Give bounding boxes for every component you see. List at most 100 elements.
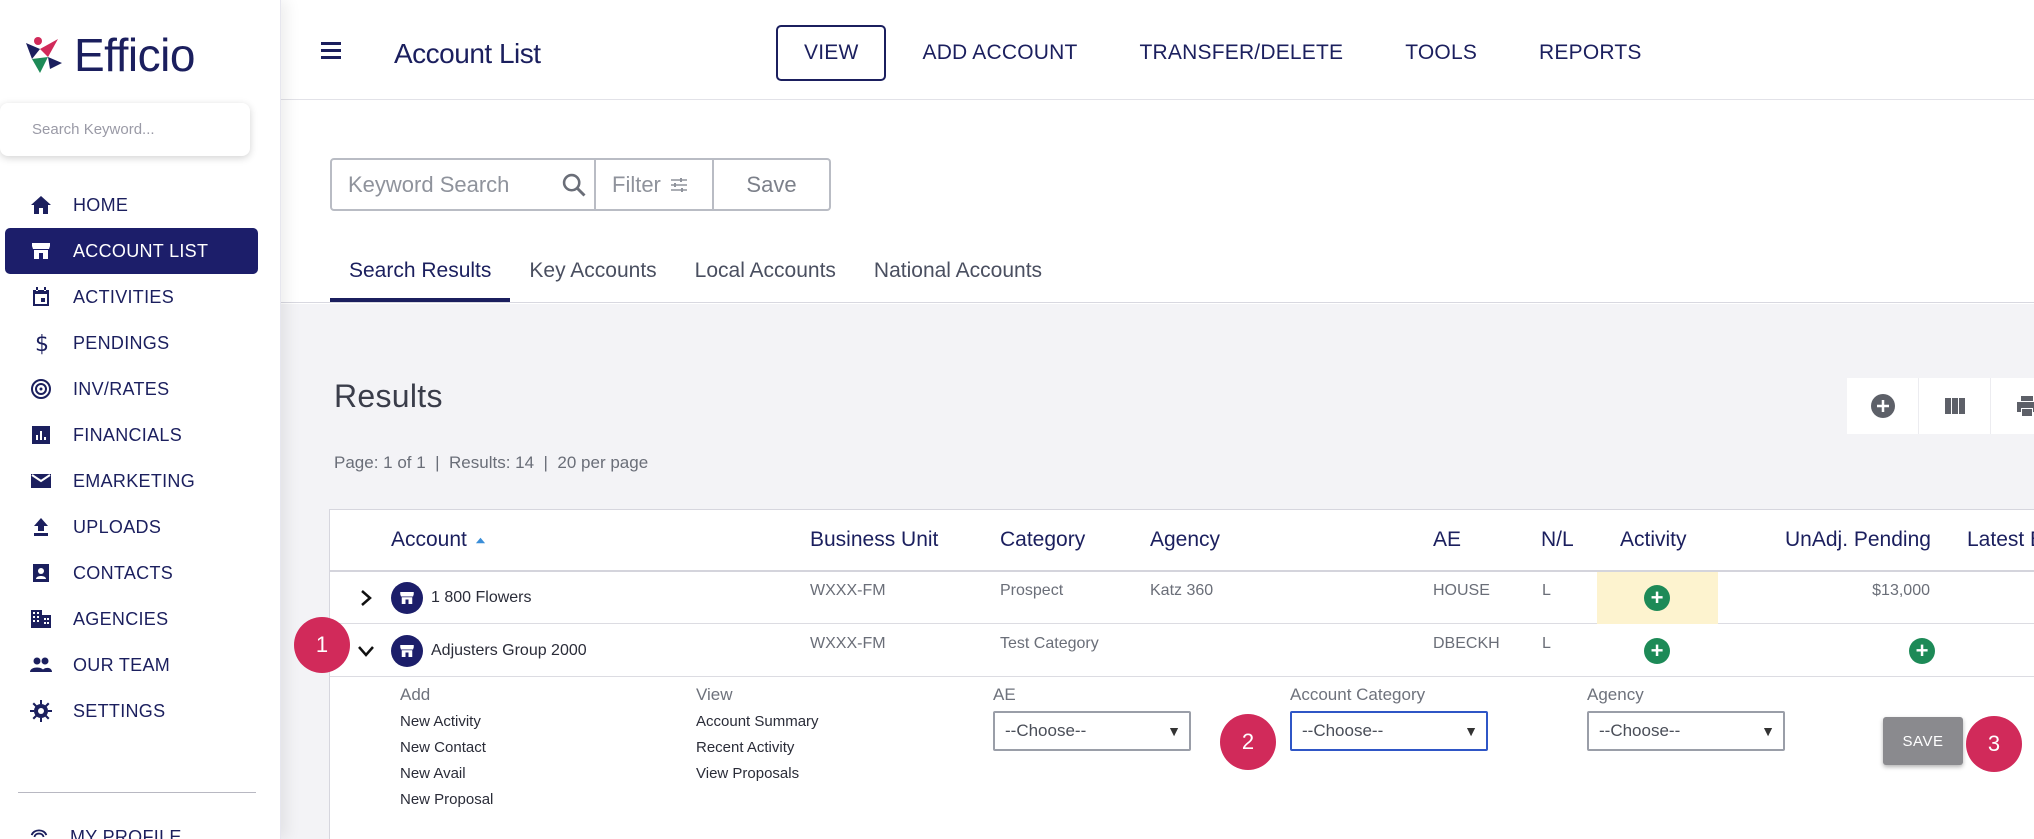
save-search-button[interactable]: Save xyxy=(714,158,831,211)
new-proposal-link[interactable]: New Proposal xyxy=(400,791,493,808)
expand-row-button[interactable] xyxy=(356,572,376,624)
sidebar-item-pendings[interactable]: $ PENDINGS xyxy=(5,320,258,366)
columns-tool-button[interactable] xyxy=(1919,378,1991,434)
hamburger-menu-icon[interactable] xyxy=(321,42,341,63)
column-header-business-unit[interactable]: Business Unit xyxy=(810,510,938,570)
target-icon xyxy=(31,379,51,399)
ae-select[interactable]: --Choose-- ▼ xyxy=(993,711,1191,751)
account-cell[interactable]: Adjusters Group 2000 xyxy=(391,625,587,677)
sidebar-item-contacts[interactable]: CONTACTS xyxy=(5,550,258,596)
results-toolbar xyxy=(1847,378,2034,434)
column-header-unadj-pending[interactable]: UnAdj. Pending xyxy=(1785,510,1931,570)
agency-cell: Katz 360 xyxy=(1150,582,1214,599)
add-activity-button[interactable]: + xyxy=(1644,572,1670,624)
new-activity-link[interactable]: New Activity xyxy=(400,713,481,730)
results-title: Results xyxy=(334,378,443,414)
print-icon xyxy=(2016,396,2034,416)
contact-card-icon xyxy=(33,564,49,582)
sidebar-item-label: AGENCIES xyxy=(73,608,169,629)
sidebar-item-financials[interactable]: FINANCIALS xyxy=(5,412,258,458)
caret-down-icon: ▼ xyxy=(1167,723,1181,739)
add-section-label: Add xyxy=(400,685,431,704)
category-cell: Test Category xyxy=(1000,635,1099,652)
sort-ascending-icon xyxy=(475,537,485,543)
sidebar-item-home[interactable]: HOME xyxy=(5,182,258,228)
dollar-icon: $ xyxy=(35,332,49,355)
table-row[interactable]: 1 800 Flowers WXXX-FM Prospect Katz 360 … xyxy=(330,572,2034,624)
column-header-account[interactable]: Account xyxy=(391,510,486,570)
add-tool-button[interactable] xyxy=(1847,378,1919,434)
column-header-nl[interactable]: N/L xyxy=(1541,510,1574,570)
new-contact-link[interactable]: New Contact xyxy=(400,739,486,756)
filter-button[interactable]: Filter xyxy=(596,158,714,211)
tab-key-accounts[interactable]: Key Accounts xyxy=(510,259,675,302)
tab-local-accounts[interactable]: Local Accounts xyxy=(676,259,855,302)
store-icon xyxy=(391,635,423,667)
add-pending-button[interactable]: + xyxy=(1909,625,1935,677)
account-summary-link[interactable]: Account Summary xyxy=(696,713,819,730)
account-cell[interactable]: 1 800 Flowers xyxy=(391,572,532,624)
table-row[interactable]: Adjusters Group 2000 WXXX-FM Test Catego… xyxy=(330,625,2034,677)
ae-select-label: AE xyxy=(993,685,1016,704)
accounts-table: Account Business Unit Category Agency AE… xyxy=(329,509,2034,839)
new-avail-link[interactable]: New Avail xyxy=(400,765,466,782)
keyword-search-input[interactable]: Keyword Search xyxy=(330,158,596,211)
sidebar-item-uploads[interactable]: UPLOADS xyxy=(5,504,258,550)
save-row-button[interactable]: SAVE xyxy=(1883,717,1963,765)
tab-national-accounts[interactable]: National Accounts xyxy=(855,259,1061,302)
keyword-search-placeholder: Keyword Search xyxy=(348,171,510,197)
results-tabs: Search Results Key Accounts Local Accoun… xyxy=(330,259,1061,302)
agency-select[interactable]: --Choose-- ▼ xyxy=(1587,711,1785,751)
sidebar-item-inv-rates[interactable]: INV/RATES xyxy=(5,366,258,412)
column-header-category[interactable]: Category xyxy=(1000,510,1085,570)
mail-icon xyxy=(31,474,51,488)
recent-activity-link[interactable]: Recent Activity xyxy=(696,739,794,756)
top-nav-add-account[interactable]: ADD ACCOUNT xyxy=(898,25,1101,81)
sidebar-item-label: FINANCIALS xyxy=(73,424,183,445)
account-category-select[interactable]: --Choose-- ▼ xyxy=(1290,711,1488,751)
top-nav: VIEW ADD ACCOUNT TRANSFER/DELETE TOOLS R… xyxy=(776,25,1666,81)
column-header-agency[interactable]: Agency xyxy=(1150,510,1220,570)
sidebar-divider xyxy=(18,792,256,793)
sidebar-item-activities[interactable]: ACTIVITIES xyxy=(5,274,258,320)
column-header-latest[interactable]: Latest B xyxy=(1967,510,2034,570)
sidebar-item-our-team[interactable]: OUR TEAM xyxy=(5,642,258,688)
step-marker-3: 3 xyxy=(1966,716,2022,772)
svg-text:$: $ xyxy=(35,332,49,355)
sliders-icon xyxy=(670,177,687,192)
sidebar-item-emarketing[interactable]: EMARKETING xyxy=(5,458,258,504)
chevron-right-icon xyxy=(361,590,372,606)
collapse-row-button[interactable] xyxy=(356,625,376,677)
top-nav-tools[interactable]: TOOLS xyxy=(1381,25,1501,81)
account-name[interactable]: Adjusters Group 2000 xyxy=(431,642,587,660)
plus-circle-icon: + xyxy=(1644,585,1670,611)
column-header-ae[interactable]: AE xyxy=(1433,510,1461,570)
sidebar-item-agencies[interactable]: AGENCIES xyxy=(5,596,258,642)
chevron-down-icon xyxy=(358,646,374,657)
fingerprint-icon xyxy=(30,829,48,838)
add-activity-button[interactable]: + xyxy=(1644,625,1670,677)
caret-down-icon: ▼ xyxy=(1464,723,1478,739)
view-proposals-link[interactable]: View Proposals xyxy=(696,765,799,782)
print-tool-button[interactable] xyxy=(1991,378,2034,434)
top-nav-transfer-delete[interactable]: TRANSFER/DELETE xyxy=(1116,25,1368,81)
sidebar-item-label: PENDINGS xyxy=(73,332,170,353)
sidebar: Efficio Search Keyword... HOME ACCOUNT L… xyxy=(0,0,281,839)
efficio-logo-icon xyxy=(26,37,62,73)
top-nav-view[interactable]: VIEW xyxy=(776,25,887,81)
brand-logo[interactable]: Efficio xyxy=(18,28,195,82)
tab-search-results[interactable]: Search Results xyxy=(330,259,511,302)
top-nav-reports[interactable]: REPORTS xyxy=(1515,25,1666,81)
agency-select-label: Agency xyxy=(1587,685,1644,704)
account-name[interactable]: 1 800 Flowers xyxy=(431,589,532,607)
sidebar-search-input[interactable]: Search Keyword... xyxy=(0,103,250,156)
ae-cell: HOUSE xyxy=(1433,582,1490,599)
plus-circle-icon: + xyxy=(1644,638,1670,664)
sidebar-item-account-list[interactable]: ACCOUNT LIST xyxy=(5,228,258,274)
store-icon xyxy=(391,582,423,614)
search-icon[interactable] xyxy=(560,171,588,199)
business-unit-cell: WXXX-FM xyxy=(810,582,886,599)
sidebar-item-settings[interactable]: SETTINGS xyxy=(5,688,258,734)
column-header-activity[interactable]: Activity xyxy=(1620,510,1687,570)
sidebar-item-my-profile[interactable]: MY PROFILE xyxy=(28,826,182,839)
